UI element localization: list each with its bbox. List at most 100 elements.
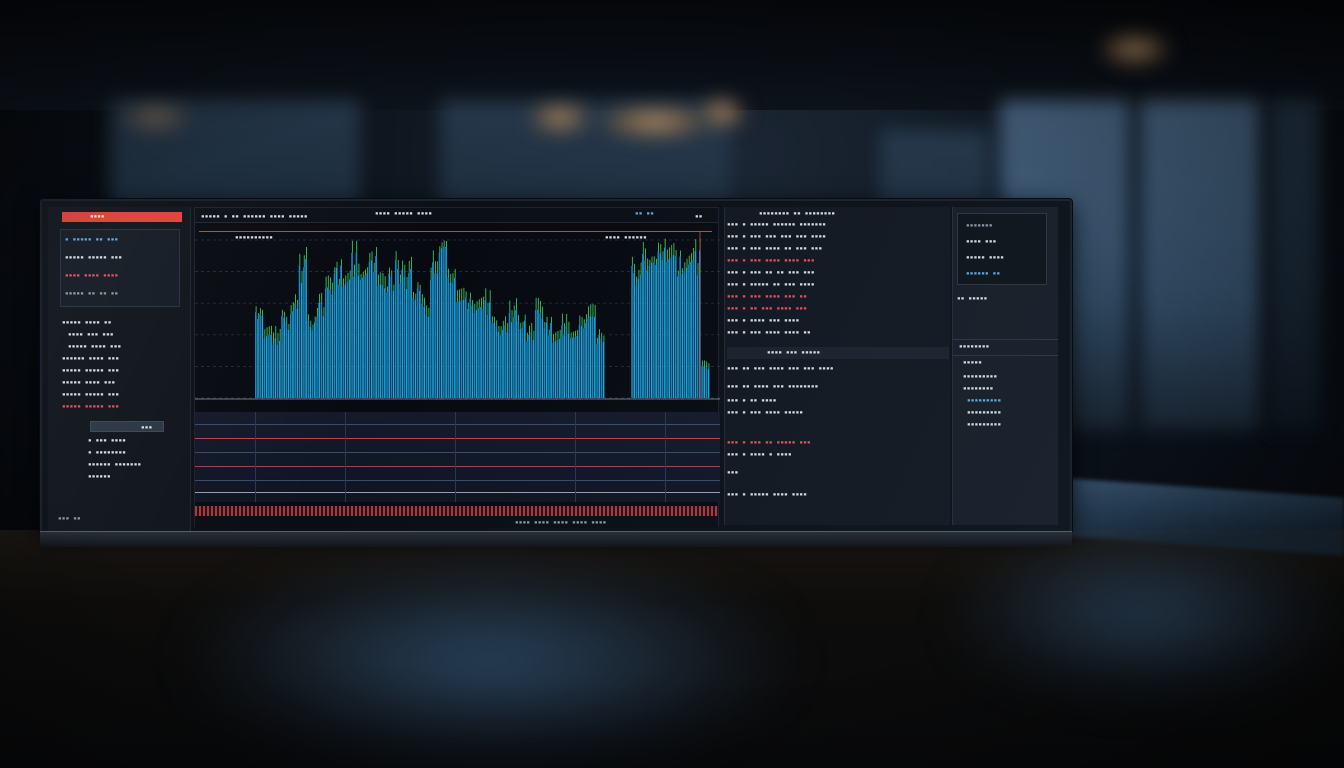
- bar: [257, 319, 259, 398]
- info-sub-title: ▪▪▪▪▪: [963, 359, 983, 366]
- bar: [342, 287, 345, 398]
- info-item[interactable]: ▪▪▪▪▪▪▪▪▪: [963, 373, 997, 380]
- volume-chart[interactable]: [195, 232, 720, 408]
- info-divider: [953, 339, 1058, 340]
- desk-reflection: [950, 540, 1344, 690]
- trade-row[interactable]: ▪▪▪ ▪ ▪▪▪▪ ▪ ▪▪▪▪: [727, 451, 792, 458]
- bar: [633, 272, 636, 398]
- bar: [482, 308, 485, 398]
- chart-toolbar: ▪▪▪▪▪ ▪ ▪▪ ▪▪▪▪▪▪ ▪▪▪▪ ▪▪▪▪▪ ▪▪▪▪ ▪▪▪▪▪ …: [195, 208, 718, 223]
- bar: [602, 341, 605, 398]
- info-item[interactable]: ▪▪▪▪▪▪▪▪▪: [967, 421, 1001, 428]
- sidebar-header-label: ▪▪▪▪: [90, 213, 105, 220]
- bar: [701, 366, 703, 398]
- order-row[interactable]: ▪▪▪ ▪ ▪▪▪ ▪▪ ▪▪ ▪▪▪ ▪▪▪: [727, 269, 815, 276]
- trade-row[interactable]: ▪▪▪: [727, 469, 738, 476]
- trade-row[interactable]: ▪▪▪ ▪▪ ▪▪▪▪ ▪▪▪ ▪▪▪▪▪▪▪▪: [727, 383, 819, 390]
- order-row[interactable]: ▪▪▪ ▪ ▪▪▪ ▪▪▪▪ ▪▪ ▪▪▪ ▪▪▪: [727, 245, 822, 252]
- summary-box: ▪ ▪▪▪▪▪ ▪▪ ▪▪▪ ▪▪▪▪▪ ▪▪▪▪▪ ▪▪▪ ▪▪▪▪ ▪▪▪▪…: [60, 229, 180, 307]
- left-list-item[interactable]: ▪▪▪▪▪ ▪▪▪▪ ▪▪▪: [68, 343, 121, 350]
- bar: [644, 260, 646, 398]
- bar: [594, 316, 596, 398]
- info-item[interactable]: ▪▪▪▪▪▪▪▪: [963, 385, 994, 392]
- order-row[interactable]: ▪▪▪ ▪ ▪▪▪▪ ▪▪▪ ▪▪▪▪: [727, 317, 799, 324]
- bar: [469, 298, 471, 398]
- info-item[interactable]: ▪▪▪▪▪▪▪▪▪: [967, 409, 1001, 416]
- chart-tab[interactable]: ▪▪▪▪▪ ▪ ▪▪ ▪▪▪▪▪▪ ▪▪▪▪ ▪▪▪▪▪: [201, 213, 308, 220]
- left-list-item[interactable]: ▪▪▪▪▪ ▪▪▪▪▪ ▪▪▪: [62, 391, 119, 398]
- monitor-bezel-bottom: [40, 531, 1072, 547]
- left-list-item[interactable]: ▪▪▪▪▪▪ ▪▪▪▪ ▪▪▪: [62, 355, 119, 362]
- bar: [679, 256, 681, 398]
- left-sidebar: ▪▪▪▪ ▪ ▪▪▪▪▪ ▪▪ ▪▪▪ ▪▪▪▪▪ ▪▪▪▪▪ ▪▪▪ ▪▪▪▪…: [48, 207, 191, 531]
- bar: [646, 270, 649, 398]
- bar: [390, 276, 393, 398]
- bar: [357, 275, 360, 398]
- bar: [344, 284, 347, 398]
- trade-row[interactable]: ▪▪▪ ▪ ▪▪▪▪▪ ▪▪▪▪ ▪▪▪▪: [727, 491, 807, 498]
- bar: [410, 268, 412, 398]
- sidebar-action-button[interactable]: ▪▪▪: [90, 421, 164, 432]
- bar: [600, 338, 603, 398]
- bar: [545, 322, 548, 398]
- bar: [565, 325, 568, 398]
- trade-row[interactable]: ▪▪▪ ▪ ▪▪ ▪▪▪▪: [727, 397, 777, 404]
- sidebar-header[interactable]: ▪▪▪▪: [62, 212, 182, 222]
- trading-dashboard: ▪▪▪▪ ▪ ▪▪▪▪▪ ▪▪ ▪▪▪ ▪▪▪▪▪ ▪▪▪▪▪ ▪▪▪ ▪▪▪▪…: [42, 201, 1070, 531]
- bar: [405, 288, 408, 398]
- bar: [561, 325, 563, 398]
- bar: [421, 303, 423, 398]
- ceiling-light: [1100, 34, 1170, 64]
- bar: [427, 316, 430, 398]
- trade-row[interactable]: ▪▪▪ ▪ ▪▪▪ ▪▪ ▪▪▪▪▪ ▪▪▪: [727, 439, 811, 446]
- bar: [432, 262, 434, 398]
- left-list-item[interactable]: ▪▪▪▪▪ ▪▪▪▪▪ ▪▪▪: [62, 403, 119, 410]
- bar: [259, 314, 261, 398]
- order-book-header: ▪▪▪▪▪▪▪▪ ▪▪ ▪▪▪▪▪▪▪▪: [759, 210, 836, 217]
- order-row[interactable]: ▪▪▪ ▪ ▪▪▪ ▪▪▪ ▪▪▪ ▪▪▪ ▪▪▪▪: [727, 233, 826, 240]
- trade-row[interactable]: ▪▪▪ ▪ ▪▪▪ ▪▪▪▪ ▪▪▪▪▪: [727, 409, 803, 416]
- bar: [519, 328, 522, 398]
- bar: [403, 276, 406, 398]
- bar: [657, 251, 660, 398]
- bar: [515, 310, 517, 398]
- bar: [454, 278, 456, 398]
- order-row[interactable]: ▪▪▪ ▪ ▪▪▪ ▪▪▪▪ ▪▪▪ ▪▪: [727, 293, 807, 300]
- bar: [467, 308, 469, 398]
- left-list-item[interactable]: ▪▪▪▪▪ ▪▪▪▪ ▪▪▪: [62, 379, 115, 386]
- order-row[interactable]: ▪▪▪ ▪ ▪▪▪▪▪ ▪▪▪▪▪▪ ▪▪▪▪▪▪▪: [727, 221, 826, 228]
- info-item[interactable]: ▪▪▪▪▪▪▪▪▪: [967, 397, 1001, 404]
- bar: [672, 255, 675, 398]
- bar: [648, 265, 651, 398]
- indicator-line: [195, 424, 720, 425]
- bar: [668, 259, 671, 398]
- bar: [408, 272, 410, 398]
- left-list-item[interactable]: ▪▪▪▪▪ ▪▪▪▪▪ ▪▪▪: [62, 367, 119, 374]
- bar: [447, 277, 450, 398]
- bar: [696, 275, 699, 398]
- left-list-item[interactable]: ▪▪▪▪▪ ▪▪▪▪ ▪▪: [62, 319, 112, 326]
- bar: [598, 335, 601, 398]
- bar: [537, 309, 539, 398]
- order-row[interactable]: ▪▪▪ ▪ ▪▪▪ ▪▪▪▪ ▪▪▪▪ ▪▪▪: [727, 257, 815, 264]
- bar: [451, 282, 454, 398]
- bar: [556, 339, 559, 398]
- order-row[interactable]: ▪▪▪ ▪ ▪▪▪▪▪ ▪▪ ▪▪▪ ▪▪▪▪: [727, 281, 815, 288]
- chart-tab[interactable]: ▪▪ ▪▪: [635, 210, 654, 217]
- bar: [395, 260, 397, 398]
- window-pane: [1270, 100, 1320, 430]
- order-row[interactable]: ▪▪▪ ▪ ▪▪ ▪▪▪ ▪▪▪▪ ▪▪▪: [727, 305, 807, 312]
- bar: [532, 339, 535, 398]
- order-row[interactable]: ▪▪▪ ▪ ▪▪▪ ▪▪▪▪ ▪▪▪▪ ▪▪: [727, 329, 811, 336]
- bar: [379, 284, 382, 398]
- bar: [506, 332, 509, 398]
- bar: [364, 275, 366, 398]
- trade-row[interactable]: ▪▪▪ ▪▪ ▪▪▪ ▪▪▪▪ ▪▪▪ ▪▪▪ ▪▪▪▪: [727, 365, 834, 372]
- bar: [685, 267, 688, 398]
- bar: [484, 300, 487, 398]
- bar: [640, 274, 642, 398]
- left-list-item[interactable]: ▪▪▪▪ ▪▪▪ ▪▪▪: [68, 331, 114, 338]
- bar: [655, 264, 657, 398]
- indicator-line: [195, 480, 720, 481]
- bar: [346, 281, 349, 398]
